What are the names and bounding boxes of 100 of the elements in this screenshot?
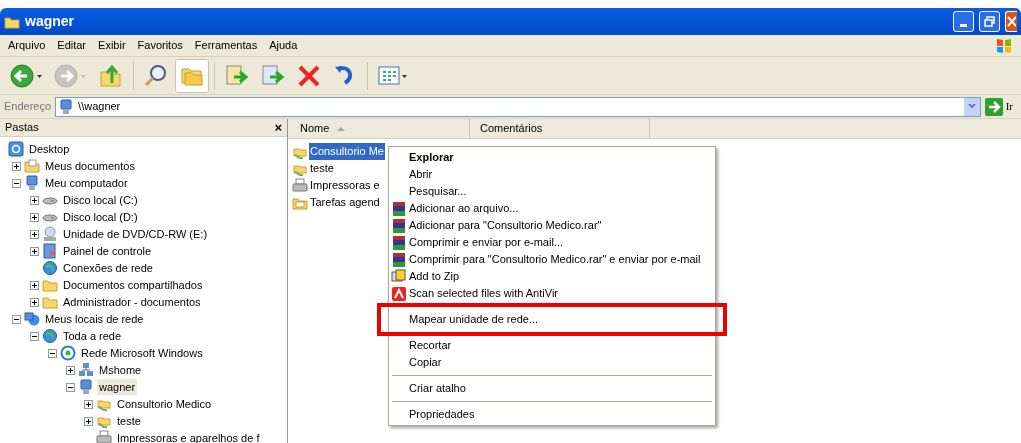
network-icon [24, 311, 40, 327]
disc-drive-icon [42, 226, 58, 242]
tree-item[interactable]: wagner [97, 378, 138, 396]
archive-books-icon [391, 251, 407, 268]
collapse-toggle[interactable] [30, 331, 39, 341]
restore-icon [984, 16, 995, 27]
network-globe-icon [60, 345, 76, 361]
file-item[interactable]: teste [309, 160, 335, 177]
computer-icon [24, 175, 40, 191]
menu-option[interactable]: Adicionar para "Consultorio Medico.rar" [407, 217, 602, 234]
folder-icon [42, 277, 58, 293]
tree-item[interactable]: Unidade de DVD/CD-RW (E:) [61, 225, 210, 243]
printer-icon [292, 177, 308, 194]
tree-item[interactable]: Consultorio Medico [115, 395, 214, 413]
menu-option[interactable]: Comprimir e enviar por e-mail... [407, 234, 564, 251]
tree-item[interactable]: Desktop [27, 140, 72, 158]
zip-icon [391, 268, 407, 285]
back-arrow-icon [10, 62, 44, 89]
expand-toggle[interactable] [84, 399, 93, 409]
tree-item[interactable]: Conexões de rede [61, 259, 155, 277]
search-icon [143, 62, 169, 89]
plus-icon [86, 418, 91, 424]
tree-item[interactable]: Rede Microsoft Windows [79, 344, 205, 362]
expand-toggle[interactable] [30, 297, 39, 307]
tree-item[interactable]: Documentos compartilhados [61, 276, 205, 294]
close-pane-button[interactable]: × [274, 120, 282, 134]
address-field[interactable]: \\wagner [55, 96, 981, 117]
folder-icon [42, 294, 58, 310]
file-item[interactable]: Tarefas agend [309, 194, 381, 211]
menu-item[interactable]: Editar [57, 37, 87, 54]
menu-option[interactable]: Explorar [407, 149, 454, 166]
expand-toggle[interactable] [30, 195, 39, 205]
menu-option[interactable]: Adicionar ao arquivo... [407, 200, 519, 217]
column-header[interactable]: Comentários [470, 119, 650, 138]
plus-icon [32, 214, 37, 220]
menu-item[interactable]: Arquivo [8, 37, 46, 54]
minus-icon [68, 384, 73, 390]
menu-option[interactable]: Scan selected files with AntiVir [407, 285, 558, 302]
tree-item[interactable]: Meu computador [43, 174, 130, 192]
computer-icon [58, 98, 75, 115]
plus-icon [32, 248, 37, 254]
archive-books-icon [391, 234, 407, 251]
go-arrow-icon [984, 97, 1003, 116]
collapse-toggle[interactable] [12, 178, 21, 188]
menu-item[interactable]: Ferramentas [194, 37, 258, 54]
plus-icon [68, 367, 73, 373]
minus-icon [14, 180, 19, 186]
tree-item[interactable]: Meus locais de rede [43, 310, 146, 328]
column-header[interactable]: Nome [290, 119, 470, 138]
file-item[interactable]: Consultorio Me [309, 143, 385, 160]
expand-toggle[interactable] [66, 365, 75, 375]
globe-icon [42, 328, 58, 344]
archive-books-icon [391, 217, 407, 234]
tree-item[interactable]: teste [115, 412, 143, 430]
minimize-button[interactable] [953, 11, 974, 32]
menu-item[interactable]: Ajuda [269, 37, 298, 54]
expand-toggle[interactable] [30, 280, 39, 290]
minus-icon [50, 350, 55, 356]
close-button[interactable] [1005, 11, 1017, 32]
tree-item[interactable]: Administrador - documentos [61, 293, 203, 311]
collapse-toggle[interactable] [12, 314, 21, 324]
plus-icon [32, 282, 37, 288]
tree-item[interactable]: Painel de controle [61, 242, 154, 260]
documents-folder-icon [24, 158, 40, 174]
tree-item[interactable]: Toda a rede [61, 327, 124, 345]
tree-item[interactable]: Meus documentos [43, 157, 137, 175]
expand-toggle[interactable] [30, 246, 39, 256]
expand-toggle[interactable] [30, 229, 39, 239]
file-item[interactable]: Impressoras e [309, 177, 381, 194]
menu-option[interactable]: Mapear unidade de rede... [407, 311, 539, 328]
menu-item[interactable]: Favoritos [137, 37, 183, 54]
close-icon [1006, 16, 1016, 27]
windows-logo-icon [995, 36, 1013, 55]
menu-item[interactable]: Exibir [98, 37, 126, 54]
tree-item[interactable]: Disco local (C:) [61, 191, 140, 209]
menu-option[interactable]: Comprimir para "Consultorio Medico.rar" e enviar por e-mail [407, 251, 701, 268]
up-folder-icon [98, 62, 124, 89]
expand-toggle[interactable] [12, 161, 21, 171]
menu-option[interactable]: Abrir [407, 166, 433, 183]
desktop-icon [8, 141, 24, 157]
tree-item[interactable]: Mshome [97, 361, 144, 379]
restore-button[interactable] [979, 11, 1000, 32]
expand-toggle[interactable] [30, 212, 39, 222]
collapse-toggle[interactable] [48, 348, 57, 358]
tree-item[interactable]: Disco local (D:) [61, 208, 140, 226]
collapse-toggle[interactable] [66, 382, 75, 392]
plus-icon [32, 197, 37, 203]
expand-toggle[interactable] [84, 416, 93, 426]
menu-option[interactable]: Recortar [407, 337, 452, 354]
minus-icon [32, 333, 37, 339]
go-button[interactable]: Ir [984, 97, 1017, 116]
address-label: Endereço [4, 99, 52, 115]
plus-icon [32, 299, 37, 305]
menu-option[interactable]: Add to Zip [407, 268, 460, 285]
menu-option[interactable]: Criar atalho [407, 380, 466, 397]
menu-option[interactable]: Pesquisar... [407, 183, 467, 200]
window-title: wagner [25, 12, 74, 31]
archive-books-icon [391, 200, 407, 217]
menu-option[interactable]: Copiar [407, 354, 442, 371]
menu-option[interactable]: Propriedades [407, 406, 475, 423]
